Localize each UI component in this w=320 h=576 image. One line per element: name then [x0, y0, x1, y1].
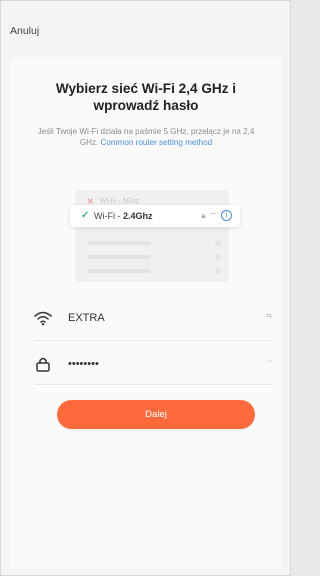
content-card: Wybierz sieć Wi‑Fi 2,4 GHz i wprowadź ha…: [10, 57, 282, 569]
password-value: ••••••••: [68, 358, 99, 370]
illustration-background: ✕ Wi‑Fi - 5Ghz: [75, 190, 229, 282]
illustration-5ghz-label: Wi‑Fi - 5Ghz: [100, 198, 139, 205]
placeholder-dot: [215, 240, 221, 246]
info-icon: i: [221, 210, 232, 221]
placeholder-line: [87, 241, 151, 245]
router-setting-link[interactable]: Common router setting method: [101, 138, 213, 147]
cancel-button[interactable]: Anuluj: [10, 25, 39, 37]
instruction-text: Jeśli Twoje Wi‑Fi działa na paśmie 5 GHz…: [30, 127, 262, 148]
ssid-divider: [34, 340, 272, 341]
illustration-placeholder-row: [75, 265, 229, 277]
wifi-setup-screen: Anuluj Wybierz sieć Wi‑Fi 2,4 GHz i wpro…: [0, 0, 291, 576]
illustration-row-icons: 🔒︎ ⌔ i: [201, 210, 232, 221]
lock-small-icon: 🔒︎: [201, 210, 206, 220]
lock-icon: [34, 356, 52, 372]
wifi-small-icon: ⌔: [209, 210, 217, 220]
wifi-password-field[interactable]: •••••••• ⌣: [34, 352, 272, 376]
placeholder-dot: [215, 254, 221, 260]
ssid-value: EXTRA: [68, 312, 105, 324]
placeholder-dot: [215, 268, 221, 274]
wifi-icon: [34, 310, 52, 326]
wifi-band-illustration: ✕ Wi‑Fi - 5Ghz ✓ Wi‑Fi - 2.4Ghz 🔒︎ ⌔ i: [60, 190, 250, 282]
illustration-placeholder-row: [75, 251, 229, 263]
password-divider: [34, 384, 272, 385]
illustration-placeholder-row: [75, 237, 229, 249]
placeholder-line: [87, 269, 151, 273]
illustration-5ghz-band: 5Ghz: [122, 198, 140, 205]
wifi-ssid-field[interactable]: EXTRA ⇆: [34, 306, 272, 330]
next-button[interactable]: Dalej: [57, 400, 255, 429]
top-bar: Anuluj: [1, 1, 290, 53]
illustration-24ghz-label: Wi‑Fi - 2.4Ghz: [94, 211, 153, 221]
switch-network-icon[interactable]: ⇆: [266, 312, 272, 320]
show-password-icon[interactable]: ⌣: [267, 358, 272, 366]
check-icon: ✓: [81, 210, 90, 221]
illustration-24ghz-prefix: Wi‑Fi -: [94, 211, 123, 221]
page-title: Wybierz sieć Wi‑Fi 2,4 GHz i wprowadź ha…: [55, 81, 237, 113]
illustration-row-24ghz: ✓ Wi‑Fi - 2.4Ghz 🔒︎ ⌔ i: [70, 205, 240, 227]
illustration-5ghz-prefix: Wi‑Fi -: [100, 198, 123, 205]
illustration-24ghz-band: 2.4Ghz: [123, 211, 153, 221]
placeholder-line: [87, 255, 151, 259]
